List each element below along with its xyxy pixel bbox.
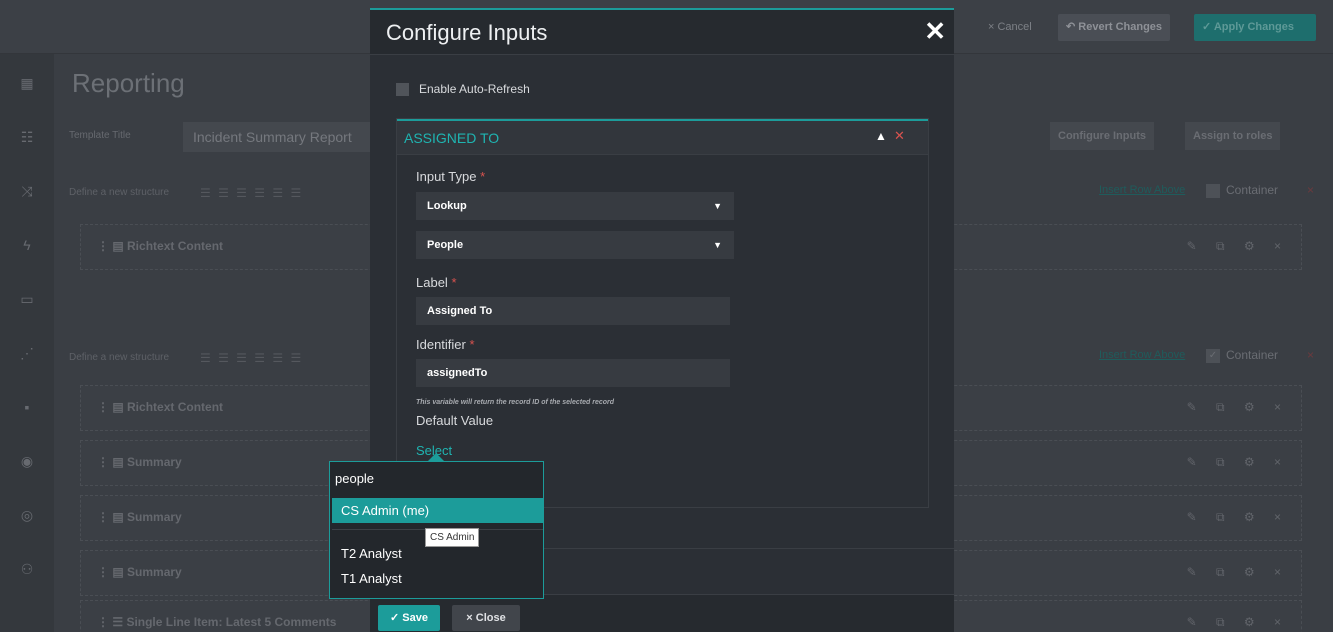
structure-label: Define a new structure: [69, 352, 170, 363]
identifier-input[interactable]: assignedTo: [416, 359, 730, 387]
remove-structure-icon[interactable]: ×: [1307, 183, 1314, 197]
revert-changes-button[interactable]: ↶ Revert Changes: [1058, 14, 1171, 41]
dashboard-icon[interactable]: ▦: [18, 74, 36, 92]
auto-refresh-label: Enable Auto-Refresh: [419, 82, 530, 96]
panel-title: ASSIGNED TO: [404, 130, 500, 146]
option-tooltip: CS Admin: [425, 528, 480, 547]
checkbox-box: [396, 83, 409, 97]
block-tools[interactable]: ✎ ⧉ ⚙ ×: [1187, 400, 1289, 415]
close-icon[interactable]: ✕: [924, 16, 946, 47]
target-icon[interactable]: ◉: [18, 452, 36, 470]
lookup-option[interactable]: CS Admin (me): [332, 498, 543, 523]
lookup-option[interactable]: T1 Analyst: [332, 566, 543, 591]
grid-icon[interactable]: ▪: [18, 398, 36, 416]
checkbox-box: [1206, 183, 1220, 198]
container-label: Container: [1226, 348, 1279, 362]
modal-header: Configure Inputs ✕: [370, 10, 954, 55]
block-label: ⋮ ▤ Summary: [97, 565, 182, 579]
template-title-input[interactable]: Incident Summary Report: [183, 122, 383, 152]
page-title: Reporting: [72, 68, 185, 98]
identifier-field-label: Identifier *: [416, 337, 475, 352]
shuffle-icon[interactable]: ⤨: [18, 182, 36, 200]
chart-icon[interactable]: ⋰: [18, 344, 36, 362]
label-field-label: Label *: [416, 275, 457, 290]
structure-label: Define a new structure: [69, 187, 170, 198]
input-type-label: Input Type *: [416, 169, 486, 184]
users-icon[interactable]: ☷: [18, 128, 36, 146]
block-label: ⋮ ▤ Richtext Content: [97, 400, 224, 414]
input-type-select[interactable]: Lookup ▼: [416, 192, 734, 220]
remove-structure-icon[interactable]: ×: [1307, 348, 1314, 362]
left-sidebar: ▦ ☷ ⤨ ϟ ▭ ⋰ ▪ ◉ ◎ ⚇: [0, 54, 54, 632]
input-type-value: Lookup: [427, 200, 467, 212]
block-label: ⋮ ▤ Summary: [97, 455, 182, 469]
insert-row-above-link[interactable]: Insert Row Above: [1099, 349, 1185, 361]
cancel-button[interactable]: × Cancel: [980, 14, 1040, 41]
container-checkbox[interactable]: ✓ Container: [1206, 348, 1278, 363]
caret-down-icon: ▼: [713, 240, 722, 250]
lookup-module-value: People: [427, 239, 464, 251]
container-checkbox[interactable]: Container: [1206, 183, 1278, 198]
insert-row-above-link[interactable]: Insert Row Above: [1099, 184, 1185, 196]
assign-roles-button[interactable]: Assign to roles: [1185, 122, 1281, 150]
block-tools[interactable]: ✎ ⧉ ⚙ ×: [1187, 565, 1289, 580]
modal-footer: ✓ Save × Close: [370, 594, 954, 632]
block-tools[interactable]: ✎ ⧉ ⚙ ×: [1187, 455, 1289, 470]
apply-changes-button[interactable]: ✓ Apply Changes: [1194, 14, 1316, 41]
block-tools[interactable]: ✎ ⧉ ⚙ ×: [1187, 615, 1289, 630]
configure-inputs-button[interactable]: Configure Inputs: [1050, 122, 1154, 150]
team-icon[interactable]: ⚇: [18, 560, 36, 578]
checkbox-checked-icon: ✓: [1206, 348, 1220, 363]
block-tools[interactable]: ✎ ⧉ ⚙ ×: [1187, 239, 1289, 254]
globe-icon[interactable]: ◎: [18, 506, 36, 524]
panel-header[interactable]: ASSIGNED TO ▲ ✕: [397, 119, 928, 155]
briefcase-icon[interactable]: ▭: [18, 290, 36, 308]
block-tools[interactable]: ✎ ⧉ ⚙ ×: [1187, 510, 1289, 525]
caret-down-icon: ▼: [713, 201, 722, 211]
lookup-module-select[interactable]: People ▼: [416, 231, 734, 259]
close-button[interactable]: × Close: [452, 605, 520, 631]
block-label: ⋮ ☰ Single Line Item: Latest 5 Comments: [97, 615, 337, 629]
block-label: ⋮ ▤ Richtext Content: [97, 239, 224, 253]
chevron-up-icon[interactable]: ▲: [875, 129, 887, 143]
modal-title: Configure Inputs: [386, 20, 548, 45]
label-input[interactable]: Assigned To: [416, 297, 730, 325]
bolt-icon[interactable]: ϟ: [18, 236, 36, 254]
container-label: Container: [1226, 183, 1279, 197]
identifier-hint: This variable will return the record ID …: [416, 399, 614, 406]
dropdown-pointer: [428, 453, 444, 461]
default-value-label: Default Value: [416, 413, 494, 428]
block-label: ⋮ ▤ Summary: [97, 510, 182, 524]
auto-refresh-checkbox[interactable]: Enable Auto-Refresh: [396, 82, 530, 97]
remove-input-icon[interactable]: ✕: [894, 128, 905, 144]
layout-options[interactable]: ☰ ☰ ☰ ☰ ☰ ☰: [200, 351, 370, 363]
template-title-label: Template Title: [69, 130, 131, 141]
input-panel: ASSIGNED TO ▲ ✕ Input Type * Lookup ▼ Pe…: [396, 118, 929, 508]
save-button[interactable]: ✓ Save: [378, 605, 440, 631]
lookup-search-input[interactable]: people: [335, 471, 374, 486]
layout-options[interactable]: ☰ ☰ ☰ ☰ ☰ ☰: [200, 186, 370, 198]
